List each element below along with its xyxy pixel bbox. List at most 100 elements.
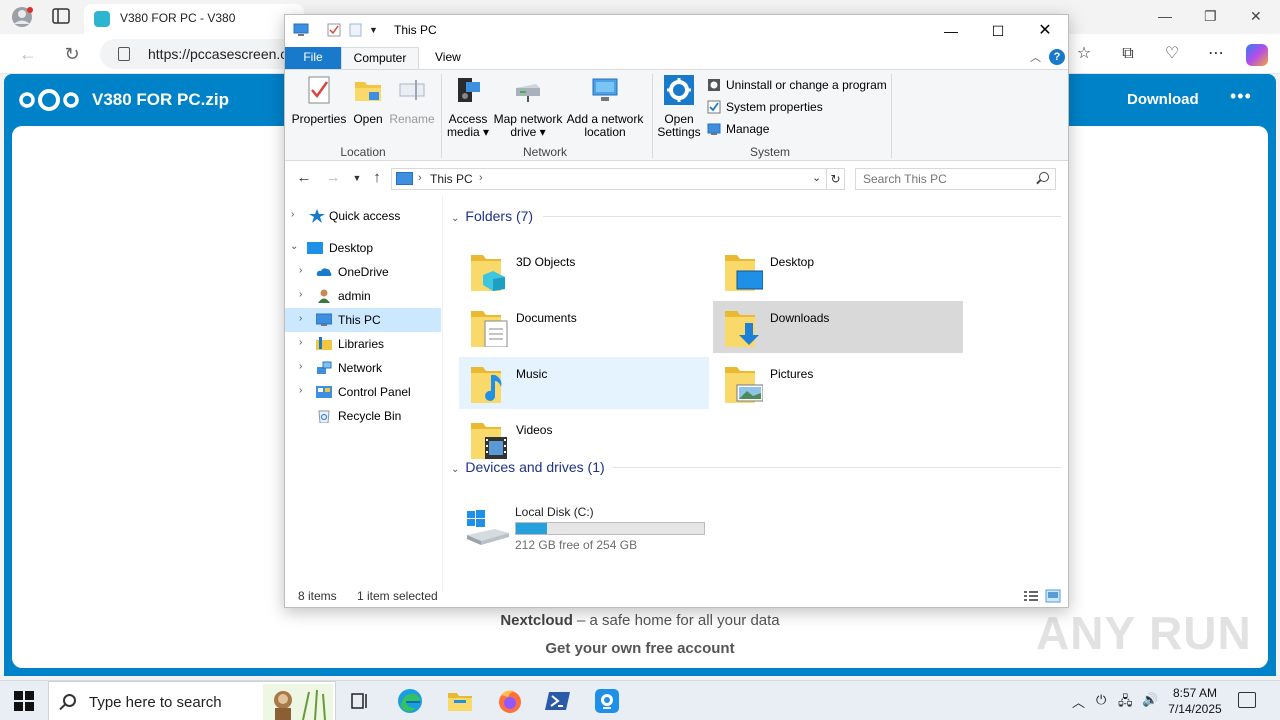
tree-item-control-panel[interactable]: › Control Panel [285,380,441,404]
more-actions-icon[interactable]: ••• [1230,86,1252,107]
explorer-search-input[interactable] [856,169,1036,189]
new-folder-quick-icon[interactable] [349,23,363,37]
open-button[interactable]: Open [349,74,387,126]
folder-tile-downloads[interactable]: Downloads [713,301,963,353]
explorer-search-box[interactable] [855,168,1056,190]
browser-minimize-icon[interactable]: — [1158,8,1172,24]
recent-locations-icon[interactable]: ▼ [347,173,367,183]
tree-item-admin[interactable]: › admin [285,284,441,308]
explorer-forward-icon[interactable]: → [323,169,343,186]
folder-name: Pictures [770,367,814,381]
tray-device-icon[interactable]: ⏻ [1096,692,1106,708]
tree-item-this-pc[interactable]: › This PC [285,308,441,332]
folder-tile-videos[interactable]: Videos [459,413,709,465]
browser-tab-active[interactable]: V380 FOR PC - V380 [84,4,304,34]
up-folder-icon[interactable]: ↑ [367,169,387,186]
folder-3d-objects-icon [471,255,505,291]
network-status-icon[interactable]: 🖧 [1118,692,1133,714]
explorer-maximize-icon[interactable]: ☐ [975,19,1021,43]
refresh-icon[interactable]: ↻ [827,168,845,190]
system-properties-button[interactable]: System properties [707,100,823,118]
browser-close-icon[interactable]: ✕ [1250,8,1262,25]
explorer-titlebar[interactable]: ▼ This PC — ☐ ✕ [285,15,1068,47]
expand-chevron-icon[interactable]: › [299,337,302,348]
tree-item-onedrive[interactable]: › OneDrive [285,260,441,284]
map-network-drive-button[interactable]: Map network drive ▾ [491,74,565,139]
firefox-icon[interactable] [496,687,524,715]
tree-item-desktop[interactable]: ⌄ Desktop [285,236,441,260]
folders-group-header[interactable]: ⌄ Folders (7) [451,208,533,224]
customize-quick-access-icon[interactable]: ▼ [369,25,383,39]
help-icon[interactable]: ? [1049,49,1065,65]
windows-start-icon[interactable] [14,691,34,711]
favorite-star-icon[interactable]: ☆ [1074,44,1094,64]
address-bar[interactable]: › This PC › ⌄ [391,168,827,190]
tray-overflow-chevron-icon[interactable]: ︿ [1072,692,1085,711]
more-menu-icon[interactable]: ⋯ [1206,44,1226,64]
drive-tile-local-disk[interactable]: Local Disk (C:) 212 GB free of 254 GB [461,503,721,553]
volume-icon[interactable]: 🔊 [1142,692,1158,708]
uninstall-program-button[interactable]: Uninstall or change a program [707,78,887,96]
explorer-back-icon[interactable]: ← [294,169,314,186]
access-media-button[interactable]: Access media ▾ [445,74,491,139]
folder-tile-documents[interactable]: Documents [459,301,709,353]
profile-avatar-icon[interactable] [10,6,34,28]
open-settings-button[interactable]: Open Settings [655,74,703,139]
tab-actions-icon[interactable] [52,8,70,24]
edge-browser-icon[interactable] [396,687,424,715]
collections-icon[interactable]: ⧉ [1118,44,1138,64]
download-button[interactable]: Download [1127,91,1199,108]
folder-tile-3d-objects[interactable]: 3D Objects [459,245,709,297]
task-view-icon[interactable] [346,687,374,715]
address-dropdown-icon[interactable]: ⌄ [812,171,821,184]
pane-divider[interactable] [442,195,443,591]
breadcrumb-this-pc[interactable]: This PC [430,172,473,186]
properties-button[interactable]: Properties [291,74,347,126]
breadcrumb-chevron-icon[interactable]: › [418,172,422,184]
expand-chevron-icon[interactable]: › [291,209,294,220]
breadcrumb-chevron-icon[interactable]: › [479,172,483,184]
tab-view[interactable]: View [421,47,475,69]
ribbon-collapse-icon[interactable]: ︿ [1030,49,1041,65]
manage-button[interactable]: Manage [707,122,769,140]
v380-app-icon[interactable] [593,687,621,715]
tab-file[interactable]: File [285,47,341,69]
group-collapse-icon[interactable]: ⌄ [451,213,459,224]
folder-tile-pictures[interactable]: Pictures [713,357,963,409]
add-network-location-button[interactable]: Add a network location [565,74,645,139]
expand-chevron-icon[interactable]: › [299,385,302,396]
drives-group-header[interactable]: ⌄ Devices and drives (1) [451,459,605,475]
extensions-icon[interactable]: ♡ [1162,44,1182,64]
footer-brand[interactable]: Nextcloud [500,612,573,629]
properties-quick-icon[interactable] [327,23,341,37]
site-info-icon[interactable] [118,47,130,61]
large-icons-view-icon[interactable] [1045,589,1061,603]
tree-item-quick-access[interactable]: › Quick access [285,204,441,228]
tree-item-recycle-bin[interactable]: Recycle Bin [285,404,441,428]
tab-computer[interactable]: Computer [341,47,419,69]
browser-restore-icon[interactable]: ❐ [1204,8,1217,25]
group-collapse-icon[interactable]: ⌄ [451,464,459,475]
back-arrow-icon[interactable]: ← [16,42,40,66]
powershell-icon[interactable] [544,687,572,715]
collapse-chevron-icon[interactable]: ⌄ [290,241,298,252]
reload-icon[interactable]: ↻ [60,42,84,66]
expand-chevron-icon[interactable]: › [299,289,302,300]
taskbar-search-box[interactable]: Type here to search [48,681,336,720]
notification-center-icon[interactable] [1238,692,1256,708]
copilot-icon[interactable] [1246,44,1268,66]
tree-item-libraries[interactable]: › Libraries [285,332,441,356]
tree-item-network[interactable]: › Network [285,356,441,380]
expand-chevron-icon[interactable]: › [299,265,302,276]
explorer-close-icon[interactable]: ✕ [1022,19,1068,43]
taskbar-clock[interactable]: 8:57 AM 7/14/2025 [1160,685,1230,717]
expand-chevron-icon[interactable]: › [299,313,302,324]
rename-button[interactable]: Rename [389,74,435,126]
expand-chevron-icon[interactable]: › [299,361,302,372]
explorer-minimize-icon[interactable]: — [928,19,974,43]
folder-tile-desktop[interactable]: Desktop [713,245,963,297]
url-bar[interactable]: https://pccasescreen.c [100,39,300,69]
folder-tile-music[interactable]: Music [459,357,709,409]
file-explorer-icon[interactable] [446,687,474,715]
details-view-icon[interactable] [1023,589,1039,603]
